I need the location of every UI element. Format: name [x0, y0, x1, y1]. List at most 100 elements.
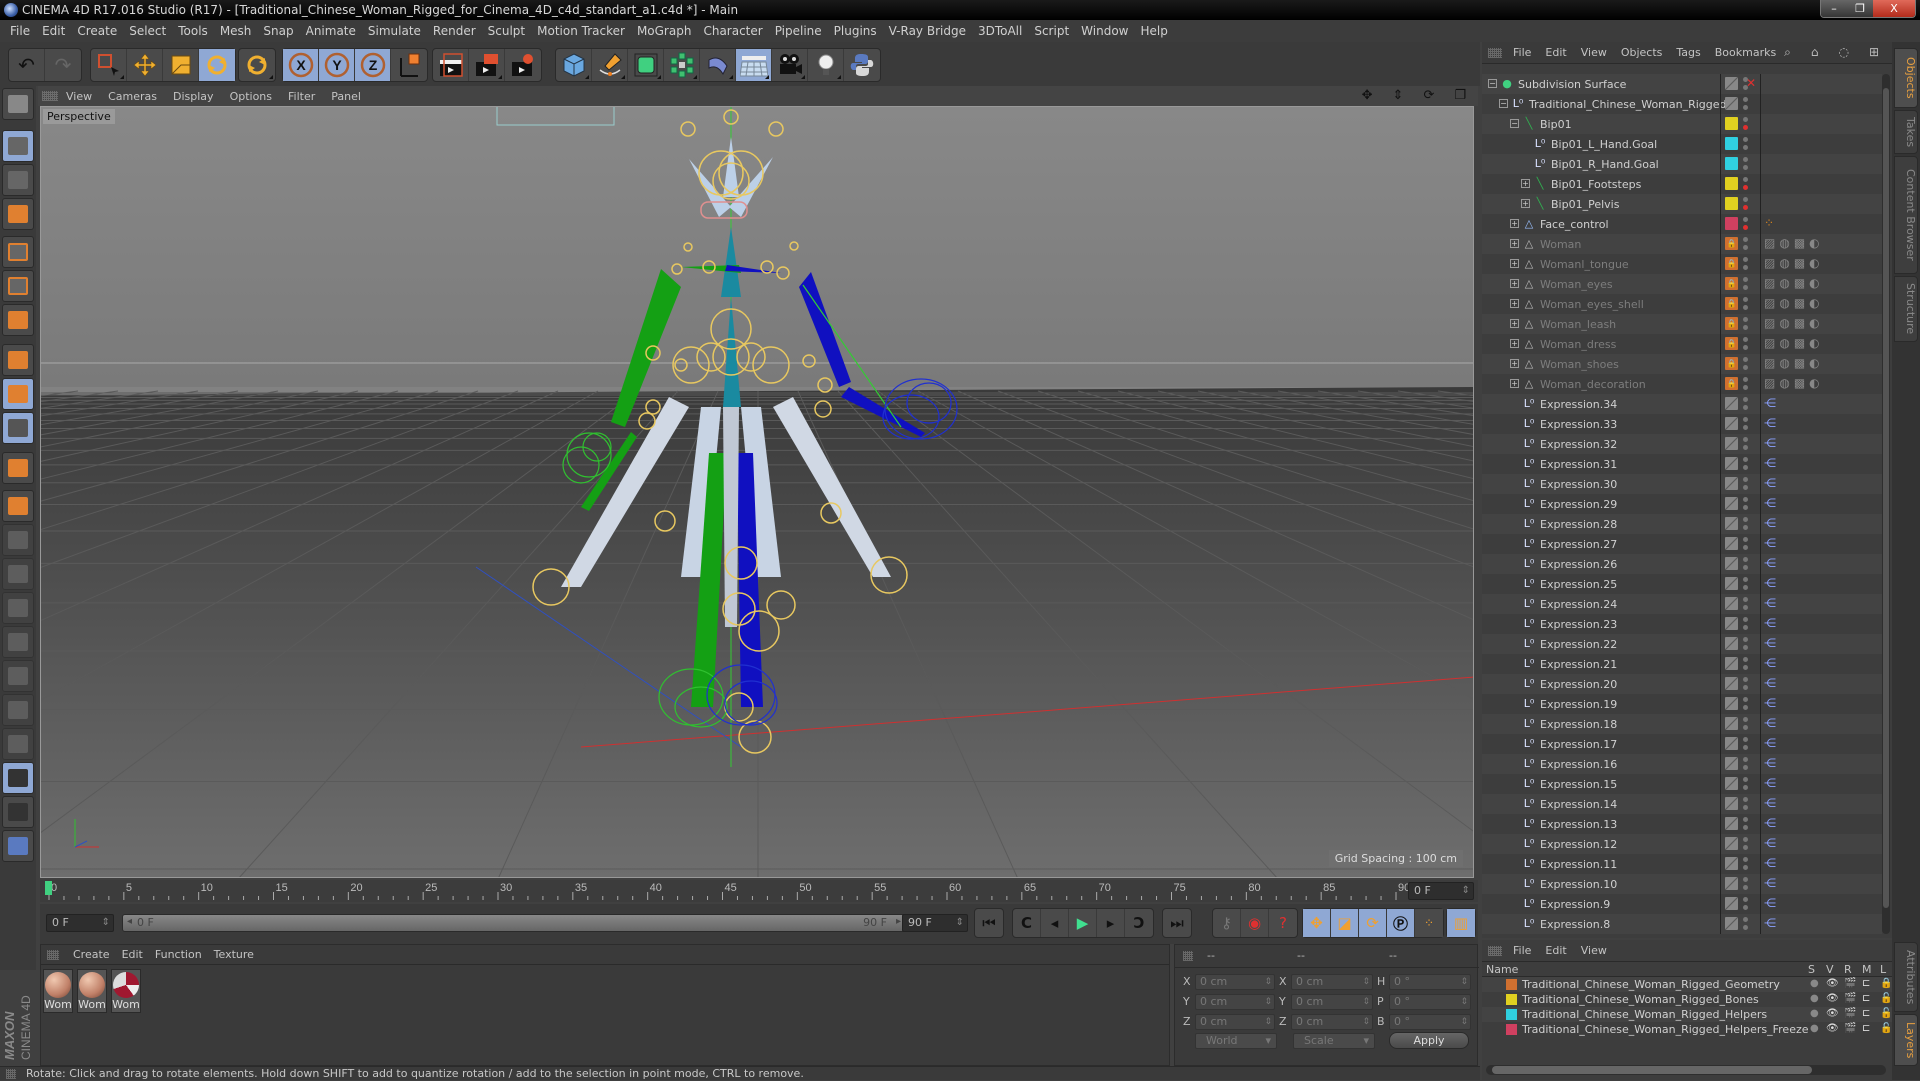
expand-icon[interactable]: + — [1510, 379, 1519, 388]
menu-motion-tracker[interactable]: Motion Tracker — [531, 24, 631, 38]
xpresso-tag-icon[interactable]: ⋲ — [1764, 916, 1776, 930]
material-menu-edit[interactable]: Edit — [116, 948, 149, 961]
range-right-arrow-icon[interactable]: ▸ — [896, 916, 901, 927]
layer-lock-icon[interactable]: 🔒 — [1725, 357, 1738, 370]
collapse-icon[interactable]: − — [1510, 119, 1519, 128]
xpresso-tag-icon[interactable]: ⋲ — [1764, 836, 1776, 850]
object-row[interactable]: − ╲ Bip01 — [1482, 114, 1882, 134]
cloner-button[interactable] — [664, 49, 700, 81]
visibility-dots-icon[interactable] — [1743, 777, 1748, 791]
manager-tree-icon[interactable]: ⊏ — [1862, 1008, 1870, 1019]
object-row[interactable]: L⁰ Expression.20 ⋲ — [1482, 674, 1882, 694]
visibility-dots-icon[interactable] — [1743, 717, 1748, 731]
layer-color-swatch[interactable] — [1506, 1024, 1517, 1035]
column-solo[interactable]: S — [1808, 963, 1815, 976]
visibility-dots-icon[interactable] — [1743, 537, 1748, 551]
xpresso-tag-icon[interactable]: ⋲ — [1764, 676, 1776, 690]
key-parameter-button[interactable]: Ⓟ — [1387, 909, 1415, 937]
layer-color-swatch[interactable] — [1725, 177, 1738, 190]
object-row[interactable]: L⁰ Expression.16 ⋲ — [1482, 754, 1882, 774]
column-manager[interactable]: M — [1862, 963, 1872, 976]
xpresso-tag-icon[interactable]: ⋲ — [1764, 856, 1776, 870]
visibility-dots-icon[interactable] — [1743, 257, 1748, 271]
live-selection-button[interactable] — [91, 49, 127, 81]
phong-tag-icon[interactable]: ▨ — [1764, 276, 1775, 290]
size-z-field[interactable]: 0 cm — [1291, 1014, 1373, 1030]
polygons-mode-button[interactable] — [2, 304, 34, 336]
new-window-icon[interactable]: ⊞ — [1862, 45, 1886, 60]
object-row[interactable]: − L⁰ Traditional_Chinese_Woman_Rigged — [1482, 94, 1882, 114]
viewport-menu-view[interactable]: View — [58, 90, 100, 103]
recent-rotate-button[interactable] — [239, 49, 275, 81]
layer-lock-icon[interactable]: 🔒 — [1725, 337, 1738, 350]
menu-tools[interactable]: Tools — [172, 24, 214, 38]
object-row[interactable]: − ● Subdivision Surface ✕ — [1482, 74, 1882, 94]
align-workplane-button[interactable] — [2, 796, 34, 828]
skin-tag-icon[interactable]: ◐ — [1809, 336, 1819, 350]
menu-plugins[interactable]: Plugins — [828, 24, 883, 38]
apply-button[interactable]: Apply — [1389, 1032, 1469, 1049]
manager-tree-icon[interactable]: ⊏ — [1862, 1023, 1870, 1034]
layer-color-swatch[interactable] — [1725, 517, 1738, 530]
layer-color-swatch[interactable] — [1725, 637, 1738, 650]
visibility-dots-icon[interactable] — [1743, 897, 1748, 911]
joint-tool-stretch-button[interactable] — [2, 728, 34, 760]
object-row[interactable]: + △ Womanl_tongue 🔒 ▨ ◍ ▩ ◐ — [1482, 254, 1882, 274]
coordinate-system-button[interactable] — [391, 49, 427, 81]
visibility-dots-icon[interactable] — [1743, 437, 1748, 451]
xpresso-tag-icon[interactable]: ⋲ — [1764, 636, 1776, 650]
timeline-ruler[interactable]: 0 5 10 15 20 25 30 35 40 45 50 55 60 65 70 75 80 85 90 0 F — [40, 880, 1478, 902]
layer-color-swatch[interactable] — [1725, 197, 1738, 210]
layer-lock-icon[interactable]: 🔒 — [1725, 257, 1738, 270]
layer-color-swatch[interactable] — [1725, 817, 1738, 830]
expand-icon[interactable]: + — [1510, 299, 1519, 308]
xpresso-tag-icon[interactable]: ⋲ — [1764, 556, 1776, 570]
object-row[interactable]: + △ Woman 🔒 ▨ ◍ ▩ ◐ — [1482, 234, 1882, 254]
om-menu-bookmarks[interactable]: Bookmarks — [1708, 46, 1783, 59]
weight-tag-icon[interactable]: ◍ — [1779, 356, 1789, 370]
timeline-window-button[interactable]: ▥ — [1447, 909, 1475, 937]
visibility-dots-icon[interactable] — [1743, 737, 1748, 751]
python-button[interactable] — [844, 49, 880, 81]
layer-color-swatch[interactable] — [1725, 437, 1738, 450]
layer-color-swatch[interactable] — [1725, 697, 1738, 710]
weight-tag-icon[interactable]: ◍ — [1779, 296, 1789, 310]
om-menu-edit[interactable]: Edit — [1538, 46, 1573, 59]
material-swatch[interactable]: Wom — [43, 969, 73, 1013]
material-tag-icon[interactable]: ▩ — [1794, 356, 1805, 370]
object-row[interactable]: + △ Woman_dress 🔒 ▨ ◍ ▩ ◐ — [1482, 334, 1882, 354]
joint-tool-p-button[interactable] — [2, 558, 34, 590]
menu-create[interactable]: Create — [71, 24, 123, 38]
texture-mode-button[interactable] — [2, 164, 34, 196]
material-tag-icon[interactable]: ▩ — [1794, 336, 1805, 350]
weight-tag-icon[interactable]: ◍ — [1779, 376, 1789, 390]
x-axis-button[interactable]: X — [283, 49, 319, 81]
solo-dot-icon[interactable]: ● — [1810, 1023, 1819, 1034]
goto-end-button[interactable]: ⏭ — [1163, 909, 1191, 937]
preview-range-slider[interactable]: ◂ 0 F 90 F ▸ — [122, 914, 906, 932]
tab-objects[interactable]: Objects — [1894, 48, 1918, 108]
visibility-dots-icon[interactable] — [1743, 877, 1748, 891]
object-row[interactable]: L⁰ Expression.17 ⋲ — [1482, 734, 1882, 754]
layer-lock-icon[interactable]: 🔒 — [1725, 297, 1738, 310]
object-row[interactable]: L⁰ Expression.10 ⋲ — [1482, 874, 1882, 894]
joint-tool-psr-button[interactable] — [2, 626, 34, 658]
joint-tool-r-button[interactable] — [2, 592, 34, 624]
object-row[interactable]: L⁰ Expression.13 ⋲ — [1482, 814, 1882, 834]
visibility-dots-icon[interactable] — [1743, 757, 1748, 771]
menu-mesh[interactable]: Mesh — [214, 24, 258, 38]
points-mode-button[interactable] — [2, 236, 34, 268]
next-frame-button[interactable]: ▸ — [1097, 909, 1125, 937]
visibility-dots-icon[interactable] — [1743, 817, 1748, 831]
object-row[interactable]: + △ Woman_leash 🔒 ▨ ◍ ▩ ◐ — [1482, 314, 1882, 334]
visibility-dots-icon[interactable] — [1743, 917, 1748, 931]
lm-menu-file[interactable]: File — [1506, 944, 1538, 957]
menu-mograph[interactable]: MoGraph — [631, 24, 698, 38]
visibility-dots-icon[interactable] — [1743, 677, 1748, 691]
column-name[interactable]: Name — [1486, 963, 1518, 976]
prev-key-button[interactable]: C — [1013, 909, 1041, 937]
material-tag-icon[interactable]: ▩ — [1794, 316, 1805, 330]
close-button[interactable]: X — [1873, 0, 1915, 17]
key-pla-button[interactable]: ⁘ — [1415, 909, 1443, 937]
layer-lock-icon[interactable]: 🔒 — [1725, 277, 1738, 290]
